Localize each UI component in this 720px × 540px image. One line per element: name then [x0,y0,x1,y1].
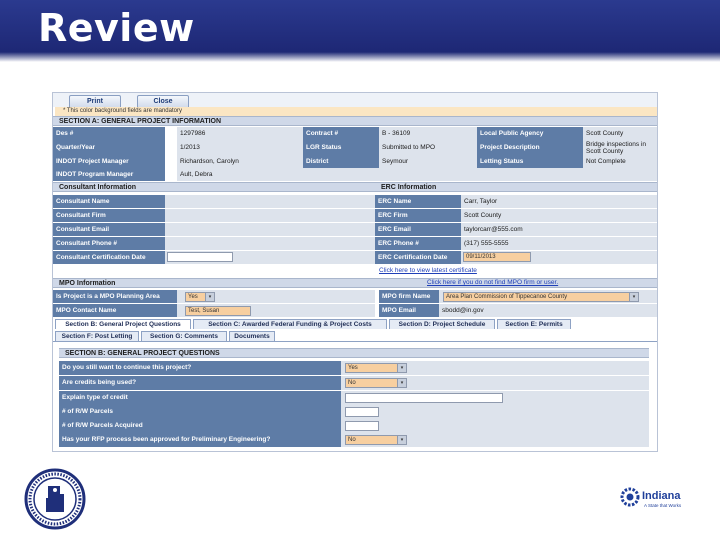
project-manager-label: INDOT Project Manager [53,155,165,168]
district-label: District [303,155,379,168]
parcels-acquired-input[interactable] [345,421,379,431]
description-label: Project Description [477,140,583,155]
mpo-firm-select[interactable]: Area Plan Commission of Tippecanoe Count… [443,292,639,302]
erc-firm-value: Scott County [461,209,657,222]
question-credits-label: Are credits being used? [59,376,341,390]
mpo-firm-value: Area Plan Commission of Tippecanoe Count… [446,294,568,300]
erc-email-value: taylorcarr@555.com [461,223,657,236]
district-value: Seymour [379,155,477,168]
app-screenshot: Print Close * This color background fiel… [52,92,658,452]
tab-section-e[interactable]: Section E: Permits [497,319,571,329]
indot-seal-logo [24,468,86,530]
contract-value: B - 36109 [379,127,477,140]
description-value: Bridge inspections in Scott County [583,140,657,155]
indiana-logo-tagline: A State that Works [644,503,682,508]
chevron-down-icon: ▾ [397,436,406,444]
question-parcels-acquired-cell [341,419,649,433]
chevron-down-icon: ▾ [629,293,638,301]
chevron-down-icon: ▾ [397,364,406,372]
lpa-value: Scott County [583,127,657,140]
consultant-email-label: Consultant Email [53,223,165,236]
parcels-input[interactable] [345,407,379,417]
blank-cell [303,168,657,181]
mpo-planning-select[interactable]: Yes ▾ [185,292,215,302]
mpo-help-link[interactable]: Click here if you do not find MPO firm o… [427,279,558,286]
program-manager-value: Ault, Debra [177,168,303,181]
credits-select[interactable]: No ▾ [345,378,407,388]
tab-section-g[interactable]: Section G: Comments [141,331,227,341]
consultant-name-label: Consultant Name [53,195,165,208]
question-parcels-acquired-label: # of R/W Parcels Acquired [59,419,341,433]
tab-section-b[interactable]: Section B: General Project Questions [55,319,191,329]
section-a-header: SECTION A: GENERAL PROJECT INFORMATION [53,116,657,126]
chevron-down-icon: ▾ [397,379,406,387]
view-certificate-link[interactable]: Click here to view latest certificate [379,267,477,274]
tab-section-d[interactable]: Section D: Project Schedule [389,319,495,329]
credits-value: No [348,380,356,386]
consultant-cert-date-input[interactable] [167,252,233,262]
erc-phone-value: (317) 555-5555 [461,237,657,250]
chevron-down-icon: ▾ [205,293,214,301]
indiana-logo-name: Indiana [642,490,681,502]
question-parcels-cell [341,405,649,419]
des-label: Des # [53,127,165,140]
mpo-email-label: MPO Email [379,304,439,317]
project-manager-value: Richardson, Carolyn [177,155,303,168]
mandatory-note: * This color background fields are manda… [55,107,657,116]
consultant-firm-label: Consultant Firm [53,209,165,222]
mpo-planning-label: Is Project is a MPO Planning Area [53,290,177,303]
des-value: 1297986 [177,127,303,140]
erc-email-label: ERC Email [375,223,461,236]
mpo-email-value: sbodd@in.gov [439,304,657,317]
section-b-header: SECTION B: GENERAL PROJECT QUESTIONS [59,348,649,358]
consultant-firm-value [165,209,375,222]
erc-name-label: ERC Name [375,195,461,208]
tab-divider [53,341,657,342]
continue-select[interactable]: Yes ▾ [345,363,407,373]
erc-phone-label: ERC Phone # [375,237,461,250]
program-manager-label: INDOT Program Manager [53,168,165,181]
quarter-label: Quarter/Year [53,140,165,155]
erc-cert-date-input[interactable]: 09/11/2013 [463,252,531,262]
contract-label: Contract # [303,127,379,140]
rfp-value: No [348,437,356,443]
mpo-contact-input[interactable]: Test, Susan [185,306,251,316]
tab-section-c[interactable]: Section C: Awarded Federal Funding & Pro… [193,319,387,329]
consultant-header: Consultant Information [53,182,375,192]
question-credit-type-label: Explain type of credit [59,391,341,405]
tab-documents[interactable]: Documents [229,331,275,341]
lgr-status-value: Submitted to MPO [379,140,477,155]
mpo-header: MPO Information [53,278,657,288]
consultant-cert-label: Consultant Certification Date [53,251,165,264]
question-parcels-label: # of R/W Parcels [59,405,341,419]
consultant-email-value [165,223,375,236]
tab-section-f[interactable]: Section F: Post Letting [55,331,139,341]
continue-value: Yes [348,365,358,371]
erc-cert-label: ERC Certification Date [375,251,461,264]
banner-fade [0,52,720,62]
lgr-status-label: LGR Status [303,140,379,155]
erc-name-value: Carr, Taylor [461,195,657,208]
question-rfp-label: Has your RFP process been approved for P… [59,433,341,447]
quarter-value: 1/2013 [177,140,303,155]
consultant-phone-label: Consultant Phone # [53,237,165,250]
consultant-phone-value [165,237,375,250]
mpo-firm-label: MPO firm Name [379,290,439,303]
indiana-state-logo: Indiana A State that Works [620,487,682,508]
question-continue-label: Do you still want to continue this proje… [59,361,341,375]
mpo-planning-value: Yes [188,294,198,300]
letting-status-value: Not Complete [583,155,657,168]
erc-firm-label: ERC Firm [375,209,461,222]
mpo-contact-label: MPO Contact Name [53,304,177,317]
lpa-label: Local Public Agency [477,127,583,140]
letting-status-label: Letting Status [477,155,583,168]
consultant-name-value [165,195,375,208]
erc-header: ERC Information [375,182,657,192]
credit-type-input[interactable] [345,393,503,403]
rfp-select[interactable]: No ▾ [345,435,407,445]
slide-title: Review [38,6,195,50]
